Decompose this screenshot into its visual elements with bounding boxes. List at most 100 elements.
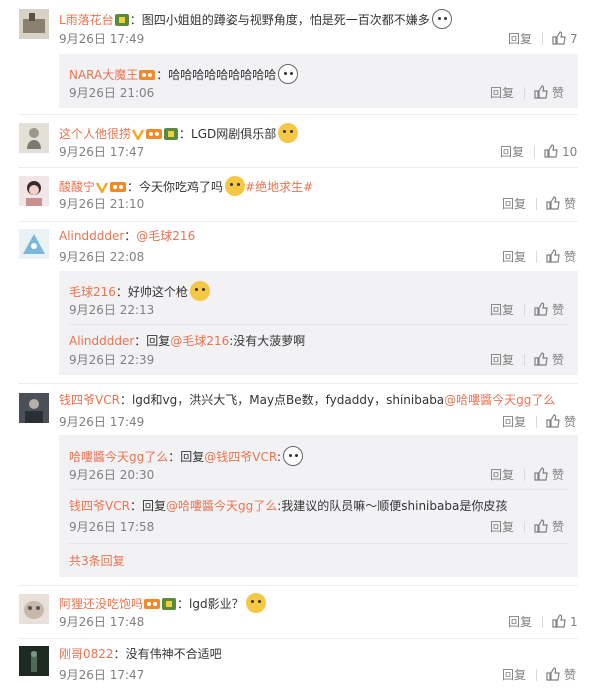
like-button[interactable]: 赞 [546, 667, 576, 683]
colon: ： [119, 393, 132, 407]
colon: ： [115, 285, 128, 299]
thumbs-up-icon [534, 352, 548, 366]
like-label: 赞 [564, 197, 577, 211]
thumbs-up-icon [544, 144, 558, 158]
thumbs-up-icon [552, 614, 566, 628]
reply-button[interactable]: 回复 [508, 31, 532, 47]
like-label: 赞 [552, 353, 565, 367]
cat-emoji-icon [189, 281, 210, 301]
like-count: 1 [570, 615, 578, 629]
like-button[interactable]: 赞 [534, 467, 564, 483]
reply-button[interactable]: 回复 [502, 249, 526, 265]
like-button[interactable]: 赞 [534, 352, 564, 368]
reply-item: 哈嘍醬今天gg了么：回复@钱四爷VCR: 9月26日 20:30 回复 赞 [59, 435, 578, 487]
like-label: 赞 [564, 415, 577, 429]
colon: ： [134, 334, 147, 348]
mention-link[interactable]: @哈嘍醬今天gg了么 [444, 393, 555, 407]
thumbs-up-icon [546, 196, 560, 210]
thumbs-up-icon [534, 302, 548, 316]
comment-username[interactable]: 这个人他很捞 [59, 127, 131, 141]
reply-item: NARA大魔王 ：哈哈哈哈哈哈哈哈哈 9月26日 21:06 回复 赞 [59, 54, 578, 108]
laughing-emoji-icon [245, 593, 266, 613]
reply-button[interactable]: 回复 [490, 85, 514, 101]
like-button[interactable]: 1 [552, 614, 578, 630]
like-label: 赞 [552, 520, 565, 534]
colon: ： [127, 180, 140, 194]
avatar[interactable] [19, 646, 49, 676]
like-label: 赞 [552, 86, 565, 100]
comment-item: Alindddder：@毛球216 9月26日 22:08 回复 赞 毛球216… [0, 224, 594, 380]
reply-button[interactable]: 回复 [502, 196, 526, 212]
comment-time: 9月26日 17:47 [59, 668, 145, 682]
reply-username[interactable]: 哈嘍醬今天gg了么 [69, 450, 168, 464]
member-badge-icon [164, 128, 179, 144]
reply-username[interactable]: Alindddder [69, 334, 134, 348]
comment-username[interactable]: Alindddder [59, 229, 124, 243]
colon: ： [129, 499, 142, 513]
reply-text: :没有大菠萝啊 [229, 334, 306, 348]
avatar[interactable] [19, 176, 49, 206]
comment-time: 9月26日 17:47 [59, 145, 145, 159]
comment-text: 今天你吃鸡了吗 [139, 180, 224, 194]
reply-time: 9月26日 20:30 [69, 468, 155, 482]
reply-text: 好帅这个枪 [127, 285, 188, 299]
verified-v-icon [131, 128, 145, 144]
reply-username[interactable]: NARA大魔王 [69, 68, 138, 82]
reply-button[interactable]: 回复 [502, 667, 526, 683]
like-button[interactable]: 赞 [546, 249, 576, 265]
colon: ： [177, 597, 190, 611]
mention-link[interactable]: @毛球216 [170, 334, 229, 348]
reply-button[interactable]: 回复 [508, 614, 532, 630]
mention-link[interactable]: @钱四爷VCR [204, 450, 277, 464]
avatar[interactable] [19, 229, 49, 259]
comment-username[interactable]: 刚哥0822 [59, 647, 114, 661]
mention-link[interactable]: @毛球216 [136, 229, 195, 243]
comment-username[interactable]: L雨落花台 [59, 13, 114, 27]
reply-button[interactable]: 回复 [490, 519, 514, 535]
avatar[interactable] [19, 9, 49, 39]
like-button[interactable]: 赞 [534, 85, 564, 101]
colon: ： [113, 647, 126, 661]
like-button[interactable]: 7 [552, 31, 578, 47]
dog-emoji-icon [278, 64, 299, 84]
reply-item: Alindddder：回复@毛球216:没有大菠萝啊 9月26日 22:39 回… [59, 325, 578, 375]
thumbs-up-icon [552, 31, 566, 45]
comment-text: LGD网剧俱乐部 [191, 127, 277, 141]
reply-item: 毛球216：好帅这个枪 9月26日 22:13 回复 赞 [59, 271, 578, 323]
vip-badge-icon [139, 69, 156, 85]
cat-emoji-icon [278, 123, 299, 143]
reply-time: 9月26日 22:39 [69, 353, 155, 367]
vip-badge-icon [146, 128, 163, 144]
reply-username[interactable]: 钱四爷VCR [69, 499, 130, 513]
comment-time: 9月26日 22:08 [59, 250, 145, 264]
reply-button[interactable]: 回复 [490, 352, 514, 368]
dog-emoji-icon [431, 9, 452, 29]
colon: ： [129, 13, 142, 27]
comment-username[interactable]: 钱四爷VCR [59, 393, 120, 407]
like-count: 7 [570, 32, 578, 46]
mention-link[interactable]: @哈嘍醬今天gg了么 [166, 499, 277, 513]
topic-tag-link[interactable]: #绝地求生# [245, 180, 313, 194]
reply-button[interactable]: 回复 [500, 144, 524, 160]
avatar[interactable] [19, 594, 49, 624]
reply-button[interactable]: 回复 [502, 414, 526, 430]
reply-username[interactable]: 毛球216 [69, 285, 116, 299]
thumbs-up-icon [546, 414, 560, 428]
like-button[interactable]: 10 [544, 144, 577, 160]
reply-button[interactable]: 回复 [490, 302, 514, 318]
like-button[interactable]: 赞 [534, 302, 564, 318]
reply-button[interactable]: 回复 [490, 467, 514, 483]
like-button[interactable]: 赞 [546, 196, 576, 212]
view-all-replies-link[interactable]: 共3条回复 [69, 553, 125, 569]
reply-text: : [276, 450, 281, 464]
reply-list: 哈嘍醬今天gg了么 ： 回复 @钱四爷VCR: 9月26日 20:30 回复 赞 钱四… [59, 435, 578, 577]
comment-text: 图四小姐姐的蹲姿与视野角度，怕是死一百次都不嫌多 [141, 13, 430, 27]
like-button[interactable]: 赞 [534, 519, 564, 535]
reply-list: NARA大魔王 ：哈哈哈哈哈哈哈哈哈 9月26日 21:06 回复 赞 [59, 54, 578, 108]
avatar[interactable] [19, 123, 49, 153]
comment-username[interactable]: 阿狸还没吃饱吗 [59, 597, 143, 611]
like-button[interactable]: 赞 [546, 414, 576, 430]
avatar[interactable] [19, 393, 49, 423]
comment-text: lgd和vg，洪兴大飞，May点Be数，fydaddy，shinibaba [131, 393, 445, 407]
comment-username[interactable]: 酸酸宁 [59, 180, 95, 194]
